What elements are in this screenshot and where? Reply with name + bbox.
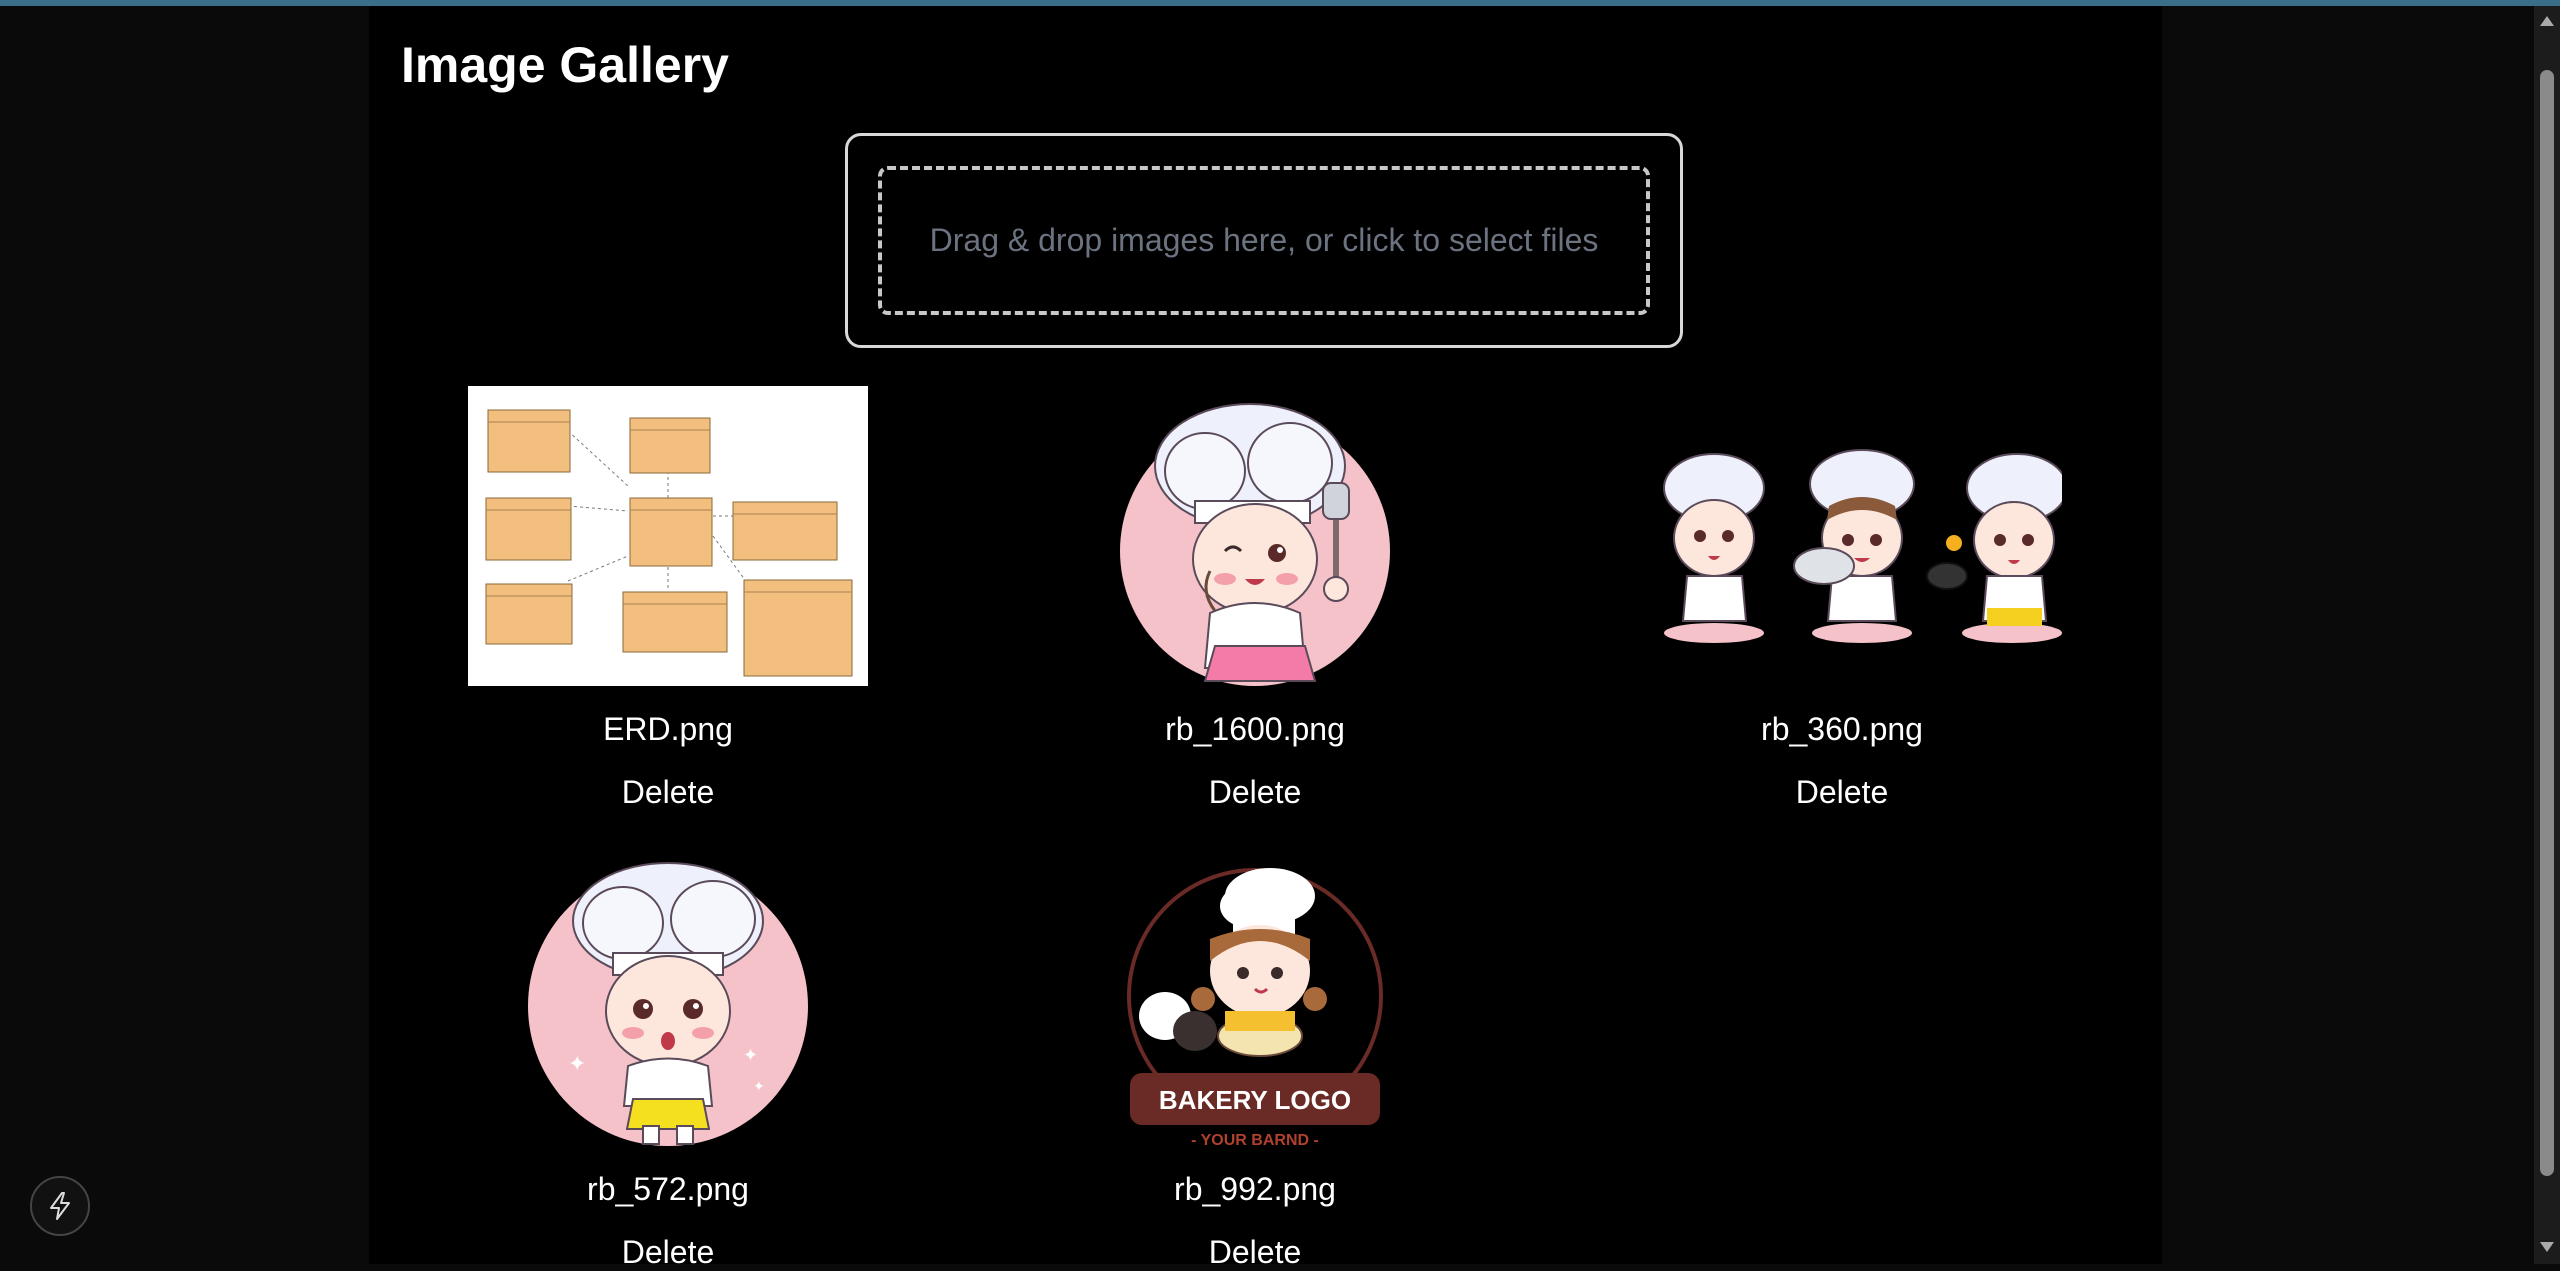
dropzone-dashed-area[interactable]: Drag & drop images here, or click to sel… xyxy=(878,166,1650,315)
image-thumbnail xyxy=(468,386,868,686)
dropzone[interactable]: Drag & drop images here, or click to sel… xyxy=(845,133,1683,348)
dropzone-label: Drag & drop images here, or click to sel… xyxy=(929,222,1599,258)
image-thumbnail xyxy=(1120,403,1390,686)
svg-text:BAKERY LOGO: BAKERY LOGO xyxy=(1159,1085,1351,1115)
scrollbar-thumb[interactable] xyxy=(2540,70,2554,1176)
lightning-icon xyxy=(50,1192,70,1220)
delete-button[interactable]: Delete xyxy=(458,774,878,811)
image-filename: rb_992.png xyxy=(1174,1171,1336,1207)
svg-text:✦: ✦ xyxy=(568,1052,586,1077)
delete-button[interactable]: Delete xyxy=(1045,1234,1465,1271)
svg-text:- YOUR BARND -: - YOUR BARND - xyxy=(1191,1132,1319,1149)
scroll-up-icon[interactable] xyxy=(2540,16,2554,26)
scroll-down-icon[interactable] xyxy=(2540,1242,2554,1252)
image-filename: rb_572.png xyxy=(587,1171,749,1207)
image-card: ERD.png Delete xyxy=(458,386,878,826)
page-title: Image Gallery xyxy=(401,37,729,93)
gallery-container: Image Gallery Drag & drop images here, o… xyxy=(369,6,2162,1270)
delete-button[interactable]: Delete xyxy=(1632,774,2052,811)
image-card: ✦ ✦ ✦ rb_572.png Delete xyxy=(458,846,878,1270)
image-thumbnail: ✦ ✦ ✦ xyxy=(528,862,808,1146)
vertical-scrollbar[interactable] xyxy=(2534,6,2560,1264)
delete-button[interactable]: Delete xyxy=(458,1234,878,1271)
image-filename: rb_360.png xyxy=(1761,711,1923,747)
delete-button[interactable]: Delete xyxy=(1045,774,1465,811)
svg-text:✦: ✦ xyxy=(743,1045,758,1066)
image-filename: ERD.png xyxy=(603,711,733,747)
image-card: BAKERY LOGO - YOUR BARND - rb_992.png De… xyxy=(1045,846,1465,1270)
image-card: rb_1600.png Delete xyxy=(1045,386,1465,826)
image-filename: rb_1600.png xyxy=(1165,711,1345,747)
image-card: rb_360.png Delete xyxy=(1632,386,2062,826)
lightning-button[interactable] xyxy=(30,1176,90,1236)
image-thumbnail: BAKERY LOGO - YOUR BARND - xyxy=(1127,868,1383,1149)
image-thumbnail xyxy=(1663,449,2062,643)
svg-text:✦: ✦ xyxy=(753,1079,765,1095)
